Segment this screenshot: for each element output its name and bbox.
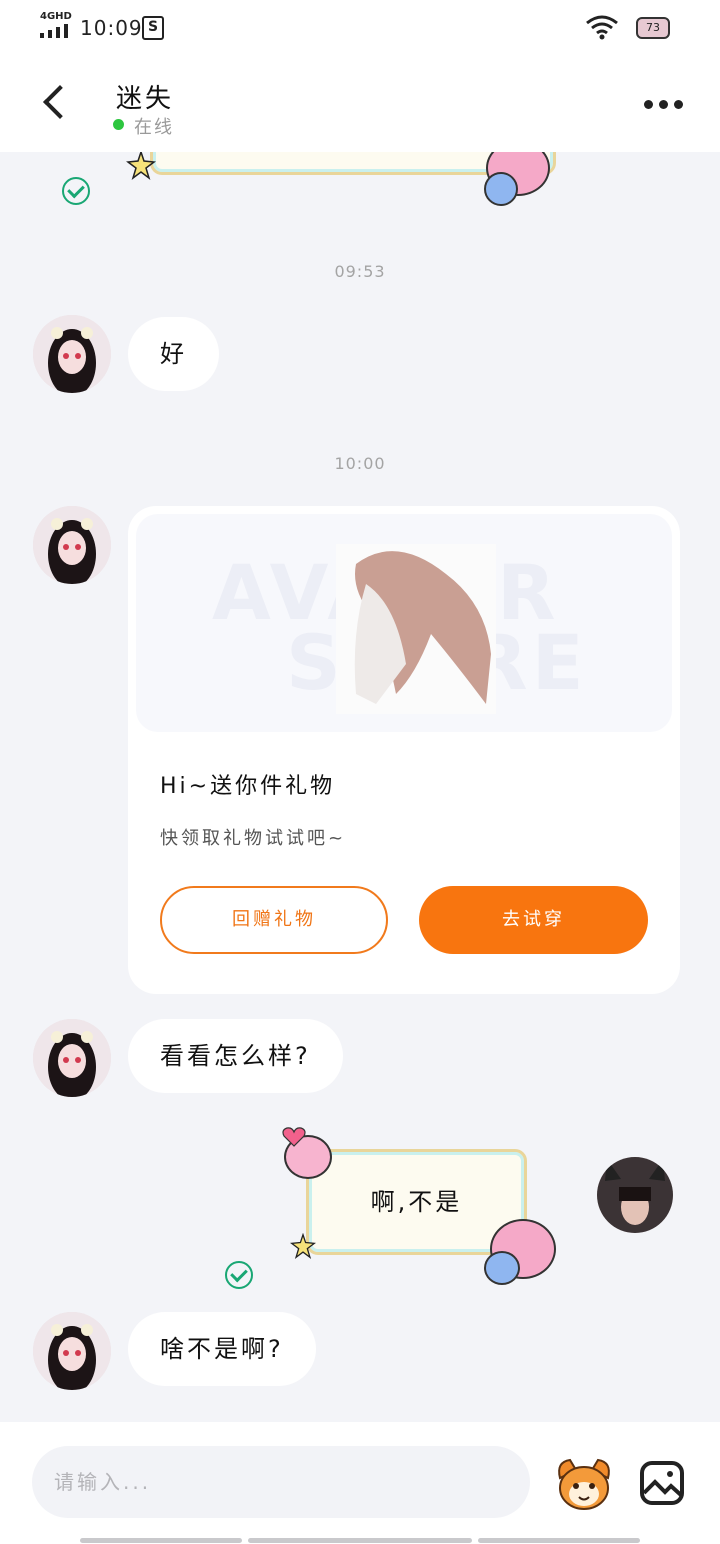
star-icon [290,1233,316,1259]
signal-icon [40,24,68,38]
online-status-text: 在线 [134,117,174,138]
gift-title: Hi~送你件礼物 [160,774,336,799]
contact-avatar[interactable] [33,315,111,393]
received-message-bubble[interactable]: 看看怎么样? [128,1019,343,1093]
timestamp: 10:00 [334,454,386,473]
back-arrow-icon[interactable] [38,82,72,122]
donut-icon [484,172,518,206]
status-time: 10:09 [80,16,143,40]
donut-icon [484,1251,520,1285]
status-bar: 4GHD 10:09 S 73 [0,0,720,56]
gesture-bar [248,1538,472,1543]
image-picker-icon[interactable] [639,1460,685,1506]
contact-name[interactable]: 迷失 [116,78,174,115]
message-list[interactable]: 09:53 好 10:00 AVATAR STORE [0,152,720,1422]
received-message-bubble[interactable]: 好 [128,317,219,391]
contact-avatar[interactable] [33,1312,111,1390]
chat-header: 迷失 在线 [0,56,720,152]
gesture-bar [478,1538,640,1543]
timestamp: 09:53 [334,262,386,281]
heart-icon [282,1127,306,1147]
return-gift-button[interactable]: 回赠礼物 [160,886,388,954]
gift-card[interactable]: AVATAR STORE Hi~送你件礼物 快领取礼物试试吧~ 回赠礼物 去试穿 [128,506,680,994]
sent-sticker-message[interactable]: 啊,不是 [276,1127,566,1287]
sticker-message-partial[interactable] [122,152,562,206]
wifi-icon [586,15,618,40]
message-input[interactable] [32,1446,530,1518]
emoji-mascot-icon[interactable] [554,1456,614,1512]
online-status-dot [113,119,124,130]
read-check-icon [225,1261,253,1289]
read-check-icon [62,177,90,205]
contact-avatar[interactable] [33,506,111,584]
gift-subtitle: 快领取礼物试试吧~ [160,828,347,849]
gift-preview-image: AVATAR STORE [136,514,672,732]
more-options-icon[interactable] [644,96,684,112]
network-indicator: 4GHD [40,11,72,22]
try-on-button[interactable]: 去试穿 [419,886,648,954]
gesture-bar [80,1538,242,1543]
hair-item-image [336,544,496,714]
battery-indicator: 73 [636,17,670,39]
contact-avatar[interactable] [33,1019,111,1097]
my-avatar[interactable] [597,1157,673,1233]
app-notification-icon: S [142,16,164,40]
star-icon [126,152,156,180]
composer-bar [0,1422,720,1544]
received-message-bubble[interactable]: 啥不是啊? [128,1312,316,1386]
